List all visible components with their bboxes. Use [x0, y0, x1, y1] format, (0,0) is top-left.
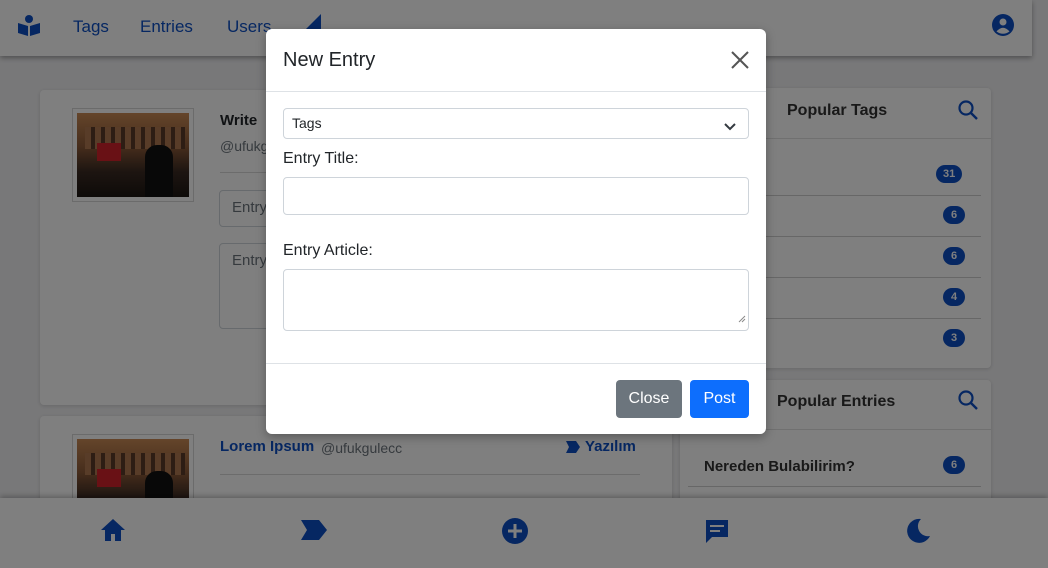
entry-title-field[interactable] [283, 177, 749, 215]
tags-select-value: Tags [292, 115, 322, 131]
modal-footer: Close Post [266, 363, 766, 434]
close-button[interactable]: Close [616, 380, 682, 418]
chevron-down-icon [724, 118, 736, 134]
entry-article-label: Entry Article: [283, 242, 373, 259]
entry-article-textarea[interactable] [283, 269, 749, 331]
tags-select[interactable]: Tags [283, 108, 749, 139]
modal-header: New Entry [266, 29, 766, 92]
resize-handle-icon[interactable] [738, 310, 746, 328]
entry-title-label: Entry Title: [283, 150, 359, 167]
new-entry-modal: New Entry Tags Entry Title: Entry Articl… [266, 29, 766, 434]
modal-title: New Entry [283, 49, 376, 71]
close-icon[interactable] [729, 49, 751, 71]
post-button[interactable]: Post [690, 380, 749, 418]
